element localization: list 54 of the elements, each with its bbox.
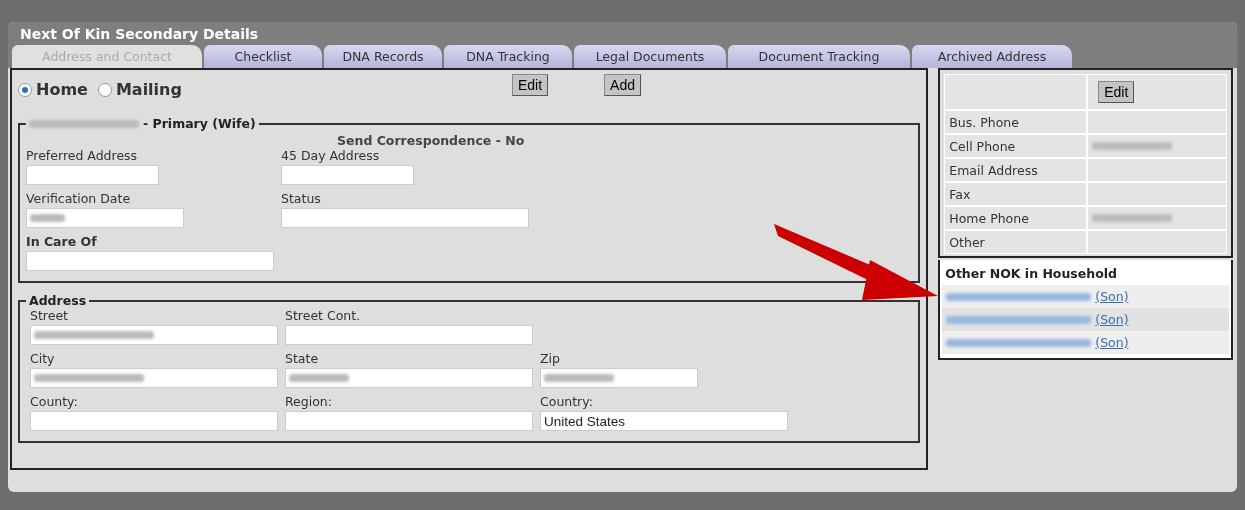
tab[interactable]: Archived Address [912,45,1072,68]
input-field[interactable] [26,208,184,228]
add-button[interactable]: Add [604,74,641,96]
section-title: Other NOK in Household [944,265,1118,283]
input-field[interactable]: United States [540,411,788,431]
input-field[interactable] [285,368,533,388]
input-field[interactable] [30,325,278,345]
input-field[interactable] [285,411,533,431]
input-field[interactable] [30,411,278,431]
redacted-value [289,374,349,382]
redacted-value [544,374,614,382]
input-field[interactable] [26,165,159,185]
table-cell: Cell Phone [944,134,1088,158]
tab[interactable]: DNA Tracking [444,45,572,68]
field-label: Street [30,308,69,323]
field-label: In Care Of [26,234,98,249]
field-label: Country: [540,394,594,409]
input-field[interactable] [281,208,529,228]
group-legend: Address [29,293,87,308]
input-field[interactable] [285,325,533,345]
field-label: State [285,351,320,366]
table-cell: Bus. Phone [944,110,1088,134]
tab[interactable]: Checklist [204,45,322,68]
tab[interactable]: Legal Documents [574,45,726,68]
edit-button[interactable]: Edit [511,74,549,96]
table-cell: Home Phone [944,206,1088,230]
radio-option[interactable]: Home [18,80,88,99]
edit-button[interactable]: Edit [1098,81,1135,103]
field-label: Zip [540,351,561,366]
field-label: Preferred Address [26,148,139,163]
tab[interactable]: DNA Records [324,45,442,68]
redacted-value [30,214,65,222]
field-label: 45 Day Address [281,148,381,163]
field-label: County: [30,394,79,409]
field-label: City [30,351,56,366]
input-field[interactable] [540,368,698,388]
input-field[interactable] [281,165,414,185]
input-field[interactable] [30,368,278,388]
correspondence-status: Send Correspondence - No [336,133,526,148]
table-cell: Other [944,230,1088,254]
group-legend: - Primary (Wife) [143,116,256,131]
relation-link[interactable]: (Son) [1095,312,1129,327]
tab[interactable]: Document Tracking [728,45,910,68]
field-label: Street Cont. [285,308,362,323]
window-title: Next Of Kin Secondary Details [8,22,1237,45]
field-label: Verification Date [26,191,132,206]
input-field[interactable] [26,251,274,271]
table-cell: Email Address [944,158,1088,182]
relation-link[interactable]: (Son) [1095,335,1129,350]
field-label: Status [281,191,322,206]
table-cell: Fax [944,182,1088,206]
field-label: Region: [285,394,333,409]
radio-option[interactable]: Mailing [97,80,182,99]
relation-link[interactable]: (Son) [1095,289,1129,304]
